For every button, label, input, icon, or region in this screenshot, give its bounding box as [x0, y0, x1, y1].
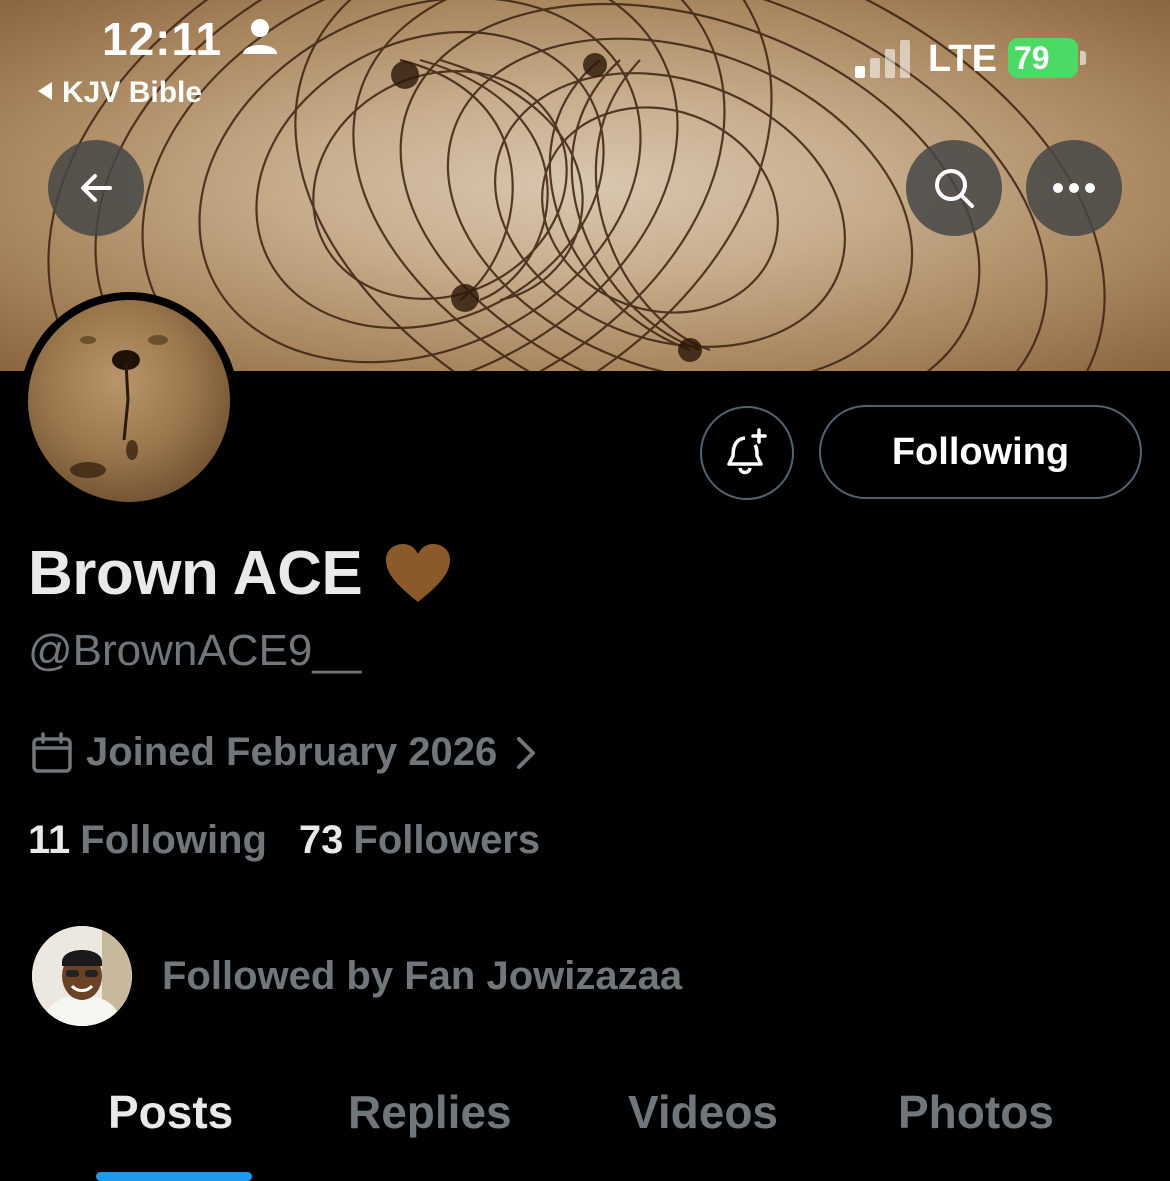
- tab-videos[interactable]: Videos: [628, 1085, 778, 1139]
- profile-tabs: Posts Replies Videos Photos: [0, 1085, 1170, 1181]
- notifications-button[interactable]: [700, 406, 794, 500]
- battery-cap: [1080, 51, 1086, 65]
- arrow-left-icon: [81, 174, 112, 202]
- more-horizontal-icon: [1053, 183, 1095, 193]
- followers-label: Followers: [353, 818, 541, 862]
- followers-count-link[interactable]: 73 Followers: [299, 818, 540, 863]
- person-icon: [243, 19, 277, 54]
- cellular-signal-icon: [855, 40, 910, 78]
- active-tab-indicator: [96, 1172, 252, 1181]
- tab-posts[interactable]: Posts: [108, 1085, 233, 1139]
- search-icon: [935, 169, 974, 208]
- followers-count: 73: [298, 818, 344, 862]
- user-handle: @BrownACE9__: [28, 626, 362, 675]
- follower-avatar: [32, 926, 132, 1026]
- profile-avatar[interactable]: [20, 292, 238, 510]
- calendar-icon: [32, 731, 72, 773]
- chevron-right-icon: [517, 736, 536, 769]
- followed-by-row[interactable]: Followed by Fan Jowizazaa: [32, 926, 682, 1026]
- back-triangle-icon: [38, 82, 52, 101]
- more-options-button[interactable]: [1026, 140, 1122, 236]
- joined-text: Joined February 2026: [86, 730, 498, 774]
- status-time: 12:11: [102, 13, 223, 65]
- back-button[interactable]: [48, 140, 144, 236]
- joined-date[interactable]: Joined February 2026: [30, 730, 539, 775]
- back-to-app-link[interactable]: KJV Bible: [38, 76, 202, 110]
- brown-heart-icon: [386, 543, 451, 602]
- following-label: Following: [80, 818, 267, 862]
- followed-by-text: Followed by Fan Jowizazaa: [162, 953, 683, 998]
- tab-photos[interactable]: Photos: [898, 1085, 1054, 1139]
- following-count: 11: [28, 818, 71, 862]
- following-button[interactable]: Following: [819, 405, 1142, 499]
- battery-level: 79: [1014, 40, 1050, 76]
- status-bar: 12:11 KJV Bible LTE 79: [0, 0, 1170, 120]
- battery-indicator: 79: [1008, 38, 1086, 78]
- search-button[interactable]: [906, 140, 1002, 236]
- follow-stats: 11 Following 73 Followers: [28, 818, 540, 863]
- network-type: LTE: [928, 38, 997, 80]
- avatar-image: [28, 300, 230, 502]
- display-name-row: Brown ACE: [28, 538, 452, 609]
- following-count-link[interactable]: 11 Following: [28, 818, 267, 863]
- bell-plus-icon: [727, 428, 767, 475]
- back-app-label: KJV Bible: [62, 76, 203, 109]
- tab-replies[interactable]: Replies: [348, 1085, 512, 1139]
- display-name: Brown ACE: [28, 539, 363, 608]
